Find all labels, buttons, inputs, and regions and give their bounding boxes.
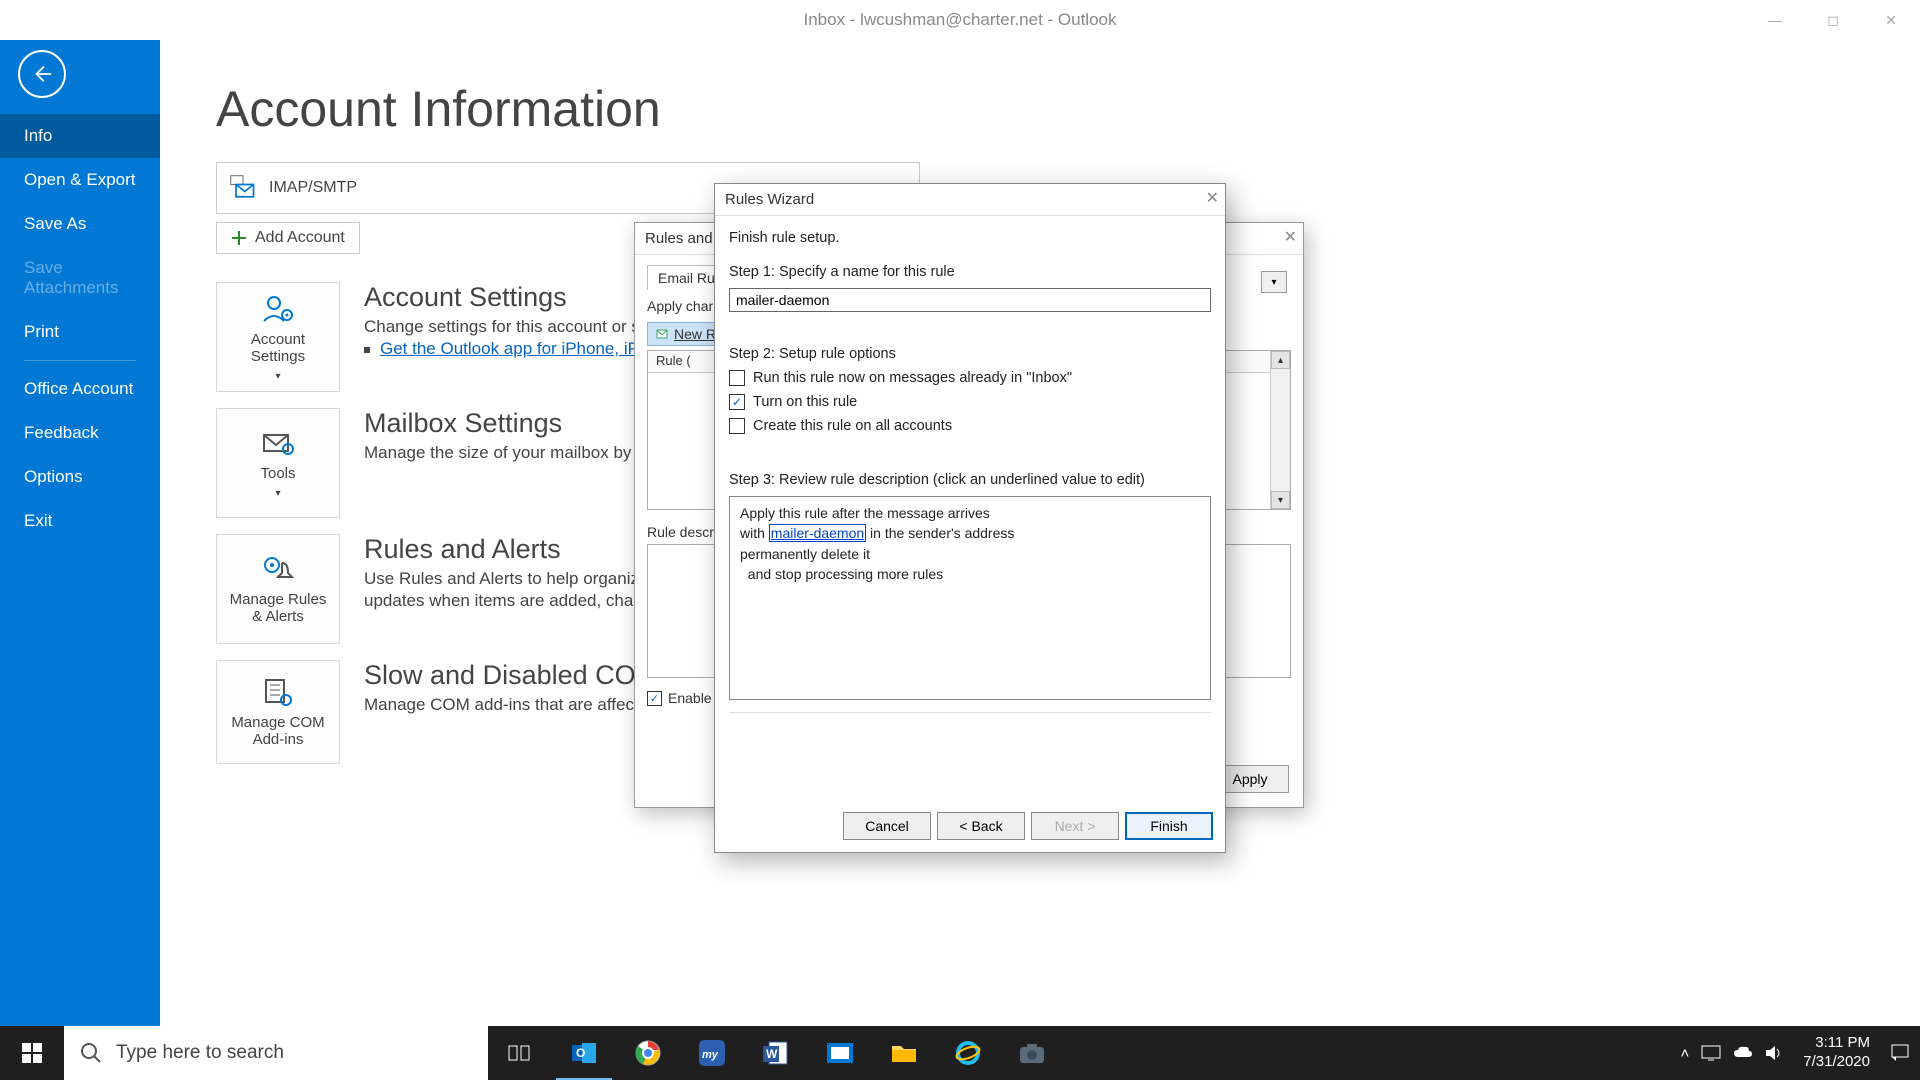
app-icon bbox=[827, 1043, 853, 1063]
sidebar-item-feedback[interactable]: Feedback bbox=[0, 411, 160, 455]
display-icon[interactable] bbox=[1701, 1045, 1721, 1061]
rule-name-input[interactable] bbox=[729, 288, 1211, 312]
mailbox-settings-title: Mailbox Settings bbox=[364, 408, 669, 439]
rule-description-preview: Apply this rule after the message arrive… bbox=[729, 496, 1211, 700]
taskbar-app-generic1[interactable]: my bbox=[680, 1026, 744, 1080]
rules-gear-bell-icon bbox=[260, 553, 296, 585]
svg-text:O: O bbox=[576, 1046, 585, 1060]
taskbar-app-generic2[interactable] bbox=[808, 1026, 872, 1080]
sidebar-item-save-attachments: Save Attachments bbox=[0, 246, 160, 310]
add-account-button[interactable]: Add Account bbox=[216, 222, 360, 254]
app-icon: my bbox=[699, 1040, 725, 1066]
sidebar-item-print[interactable]: Print bbox=[0, 310, 160, 354]
tools-button[interactable]: Tools ▾ bbox=[216, 408, 340, 518]
run-now-checkbox[interactable]: Run this rule now on messages already in… bbox=[729, 370, 1211, 386]
close-button[interactable]: ✕ bbox=[1862, 0, 1920, 40]
close-icon[interactable]: ✕ bbox=[1206, 188, 1219, 208]
sidebar-item-options[interactable]: Options bbox=[0, 455, 160, 499]
folder-icon bbox=[891, 1042, 917, 1064]
task-view-icon bbox=[508, 1043, 532, 1063]
new-rule-icon bbox=[656, 327, 670, 341]
rules-alerts-desc2: updates when items are added, changed bbox=[364, 591, 671, 611]
account-dropdown[interactable]: ▾ bbox=[1261, 271, 1287, 293]
rules-alerts-title: Rules and Alerts bbox=[364, 534, 671, 565]
account-settings-title: Account Settings bbox=[364, 282, 678, 313]
search-icon bbox=[80, 1042, 102, 1064]
start-button[interactable] bbox=[0, 1026, 64, 1080]
turn-on-checkbox[interactable]: ✓Turn on this rule bbox=[729, 394, 1211, 410]
wizard-subtitle: Finish rule setup. bbox=[729, 230, 1211, 246]
sender-value-link[interactable]: mailer-daemon bbox=[769, 524, 866, 542]
scroll-up-icon[interactable]: ▴ bbox=[1271, 351, 1290, 369]
taskbar-clock[interactable]: 3:11 PM 7/31/2020 bbox=[1795, 1034, 1878, 1072]
all-accounts-checkbox[interactable]: Create this rule on all accounts bbox=[729, 418, 1211, 434]
taskbar-app-explorer[interactable] bbox=[872, 1026, 936, 1080]
taskbar-app-ie[interactable] bbox=[936, 1026, 1000, 1080]
rules-alerts-desc: Use Rules and Alerts to help organize yo bbox=[364, 569, 671, 589]
taskbar-search[interactable]: Type here to search bbox=[64, 1026, 488, 1080]
taskbar-app-camera[interactable] bbox=[1000, 1026, 1064, 1080]
taskbar-app-chrome[interactable] bbox=[616, 1026, 680, 1080]
mailbox-tools-icon bbox=[260, 427, 296, 459]
wizard-titlebar[interactable]: Rules Wizard ✕ bbox=[715, 184, 1225, 216]
wizard-step3-label: Step 3: Review rule description (click a… bbox=[729, 472, 1211, 488]
camera-icon bbox=[1019, 1042, 1045, 1064]
account-settings-desc: Change settings for this account or set … bbox=[364, 317, 678, 337]
minimize-button[interactable]: — bbox=[1746, 0, 1804, 40]
tray-chevron-icon[interactable]: ˄ bbox=[1681, 1045, 1690, 1062]
taskbar: Type here to search O my W ˄ 3:11 PM 7/3… bbox=[0, 1026, 1920, 1080]
arrow-left-icon bbox=[31, 63, 53, 85]
mail-account-icon bbox=[229, 174, 257, 202]
chevron-down-icon: ▾ bbox=[275, 371, 280, 382]
sidebar-item-office-account[interactable]: Office Account bbox=[0, 367, 160, 411]
svg-text:my: my bbox=[702, 1049, 719, 1061]
mailbox-settings-desc: Manage the size of your mailbox by emp bbox=[364, 443, 669, 463]
svg-text:W: W bbox=[766, 1047, 778, 1061]
sidebar-item-open-export[interactable]: Open & Export bbox=[0, 158, 160, 202]
windows-logo-icon bbox=[22, 1043, 42, 1063]
outlook-icon: O bbox=[570, 1039, 598, 1067]
window-titlebar: Inbox - lwcushman@charter.net - Outlook … bbox=[0, 0, 1920, 40]
task-view-button[interactable] bbox=[488, 1026, 552, 1080]
manage-com-button[interactable]: Manage COM Add-ins bbox=[216, 660, 340, 764]
taskbar-app-word[interactable]: W bbox=[744, 1026, 808, 1080]
plus-icon bbox=[231, 230, 247, 246]
chrome-icon bbox=[635, 1040, 661, 1066]
sidebar-item-save-as[interactable]: Save As bbox=[0, 202, 160, 246]
window-title: Inbox - lwcushman@charter.net - Outlook bbox=[803, 10, 1116, 30]
maximize-button[interactable]: ◻ bbox=[1804, 0, 1862, 40]
addins-icon bbox=[260, 676, 296, 708]
account-type-label: IMAP/SMTP bbox=[269, 179, 357, 197]
user-gear-icon bbox=[260, 293, 296, 325]
chevron-down-icon: ▾ bbox=[275, 488, 280, 499]
wizard-step2-label: Step 2: Setup rule options bbox=[729, 346, 1211, 362]
account-settings-button[interactable]: Account Settings ▾ bbox=[216, 282, 340, 392]
outlook-app-link[interactable]: Get the Outlook app for iPhone, iPad bbox=[380, 339, 658, 358]
sidebar-item-info[interactable]: Info bbox=[0, 114, 160, 158]
notifications-icon[interactable] bbox=[1890, 1043, 1910, 1063]
finish-button[interactable]: Finish bbox=[1125, 812, 1213, 840]
ie-icon bbox=[955, 1040, 981, 1066]
next-button: Next > bbox=[1031, 812, 1119, 840]
volume-icon[interactable] bbox=[1765, 1045, 1783, 1061]
cloud-icon[interactable] bbox=[1733, 1045, 1753, 1061]
system-tray[interactable]: ˄ 3:11 PM 7/31/2020 bbox=[1671, 1026, 1920, 1080]
wizard-step1-label: Step 1: Specify a name for this rule bbox=[729, 264, 1211, 280]
word-icon: W bbox=[763, 1040, 789, 1066]
backstage-sidebar: Info Open & Export Save As Save Attachme… bbox=[0, 40, 160, 1080]
back-button[interactable]: < Back bbox=[937, 812, 1025, 840]
taskbar-app-outlook[interactable]: O bbox=[552, 1026, 616, 1080]
rules-wizard-dialog: Rules Wizard ✕ Finish rule setup. Step 1… bbox=[714, 183, 1226, 853]
page-title: Account Information bbox=[216, 80, 1864, 138]
close-icon[interactable]: ✕ bbox=[1284, 227, 1297, 247]
back-button[interactable] bbox=[10, 44, 74, 104]
scrollbar[interactable]: ▴ ▾ bbox=[1270, 351, 1290, 509]
scroll-down-icon[interactable]: ▾ bbox=[1271, 491, 1290, 509]
manage-rules-button[interactable]: Manage Rules & Alerts bbox=[216, 534, 340, 644]
sidebar-item-exit[interactable]: Exit bbox=[0, 499, 160, 543]
cancel-button[interactable]: Cancel bbox=[843, 812, 931, 840]
